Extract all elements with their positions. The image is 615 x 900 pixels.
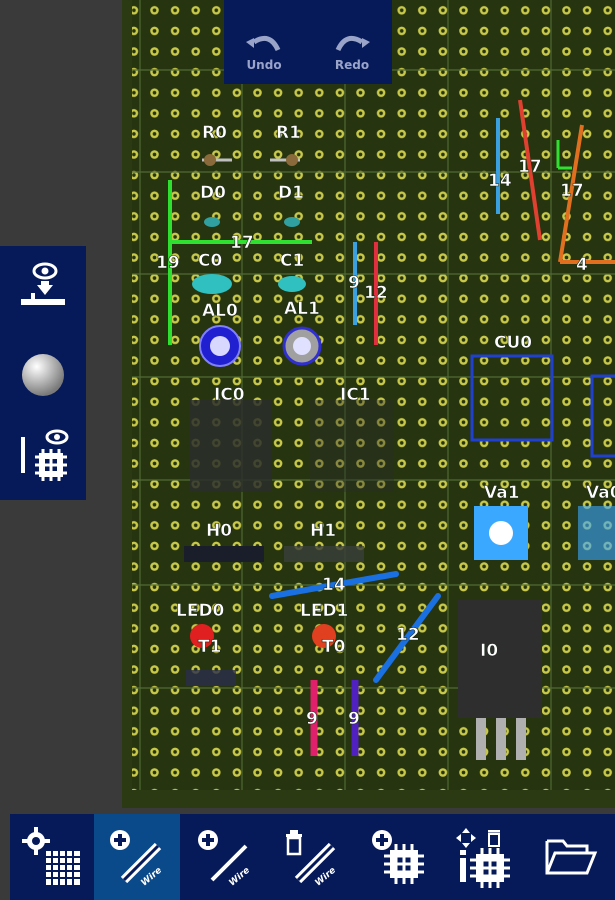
label-h0: H0: [206, 521, 232, 541]
label-va1: Va1: [484, 483, 520, 503]
label-cu0: CU0: [494, 333, 532, 353]
redo-label: Redo: [334, 58, 370, 72]
i0-pin-3: [516, 718, 526, 760]
bottom-toolbar: Wire Wire Wire: [10, 814, 615, 900]
label-r1: R1: [276, 123, 301, 143]
label-c0: C0: [198, 251, 222, 271]
label-ic0: IC0: [214, 385, 245, 405]
label-i0: I0: [480, 641, 498, 661]
i0-pin-1: [476, 718, 486, 760]
sphere-icon: [22, 354, 64, 396]
label-d0: D0: [200, 183, 226, 203]
h1-body: [284, 546, 364, 562]
left-tool-panel: [0, 246, 86, 500]
c1-body: [278, 276, 306, 292]
label-va0: Va0: [586, 483, 615, 503]
eye-layer-icon: [21, 262, 65, 305]
eye-chip-icon: [21, 429, 69, 481]
wire-label-14-top: 14: [488, 171, 512, 191]
undo-label: Undo: [246, 58, 282, 72]
wire-label-9-purple: 9: [348, 709, 360, 729]
label-led0: LED0: [176, 601, 225, 621]
r0-body: [204, 154, 216, 166]
open-file-button[interactable]: [528, 814, 614, 900]
add-wire-button[interactable]: Wire: [94, 814, 180, 900]
undo-icon: [246, 35, 281, 52]
redo-button[interactable]: Redo: [322, 20, 382, 80]
breadboard-canvas[interactable]: R0 R1 D0 D1 C0 C1 AL0 AL1 IC0 IC1 CU0 H0…: [0, 0, 615, 900]
label-r0: R0: [202, 123, 227, 143]
sphere-button[interactable]: [18, 350, 68, 400]
wire-label-12-top: 12: [364, 283, 388, 303]
add-wire-icon: [110, 830, 162, 884]
d0-body: [204, 217, 220, 227]
delete-wire-button[interactable]: Wire: [268, 814, 354, 900]
wire-label-19: 19: [156, 253, 180, 273]
folder-open-icon: [545, 839, 598, 875]
move-trash-chip-icon: [456, 828, 510, 888]
add-component-button[interactable]: [356, 814, 442, 900]
undo-redo-panel: Undo Redo: [224, 0, 392, 84]
c0-body: [192, 274, 232, 294]
i0-body: [458, 600, 542, 718]
label-c1: C1: [280, 251, 304, 271]
t1-body: [186, 670, 236, 686]
label-led1: LED1: [300, 601, 348, 621]
label-t1: T1: [198, 637, 221, 657]
wire-label-17-b: 17: [560, 181, 584, 201]
label-al1: AL1: [284, 299, 320, 319]
label-ic1: IC1: [340, 385, 371, 405]
wire-label-4: 4: [576, 255, 588, 275]
i0-pin-2: [496, 718, 506, 760]
undo-button[interactable]: Undo: [234, 20, 294, 80]
view-layer-button[interactable]: [14, 258, 72, 318]
label-t0: T0: [322, 637, 346, 657]
wire-label-9-top: 9: [348, 273, 360, 293]
trash-wire-icon: [286, 830, 336, 884]
wire-label-9-pink: 9: [306, 709, 318, 729]
h0-body: [184, 546, 264, 562]
r1-body: [286, 154, 298, 166]
label-al0: AL0: [202, 301, 238, 321]
d1-body: [284, 217, 300, 227]
draw-wire-icon: [198, 830, 248, 882]
va0-body: [578, 506, 615, 560]
wire-label-17-green: 17: [230, 233, 254, 253]
board-settings-button[interactable]: [10, 814, 94, 900]
draw-wire-button[interactable]: Wire: [182, 814, 268, 900]
ic0-body: [190, 400, 272, 492]
wire-label-14-blue: 14: [322, 575, 346, 595]
add-chip-icon: [372, 830, 424, 884]
gear-grid-icon: [22, 827, 80, 885]
label-d1: D1: [278, 183, 304, 203]
ic1-body: [310, 400, 394, 492]
al0-center: [210, 336, 230, 356]
move-delete-component-button[interactable]: [442, 814, 528, 900]
redo-icon: [335, 35, 370, 52]
wire-label-17-a: 17: [518, 157, 542, 177]
wire-label-12-blue: 12: [396, 625, 420, 645]
label-h1: H1: [310, 521, 336, 541]
va1-knob: [489, 521, 513, 545]
al1-center: [293, 337, 311, 355]
view-chip-button[interactable]: [12, 424, 76, 488]
